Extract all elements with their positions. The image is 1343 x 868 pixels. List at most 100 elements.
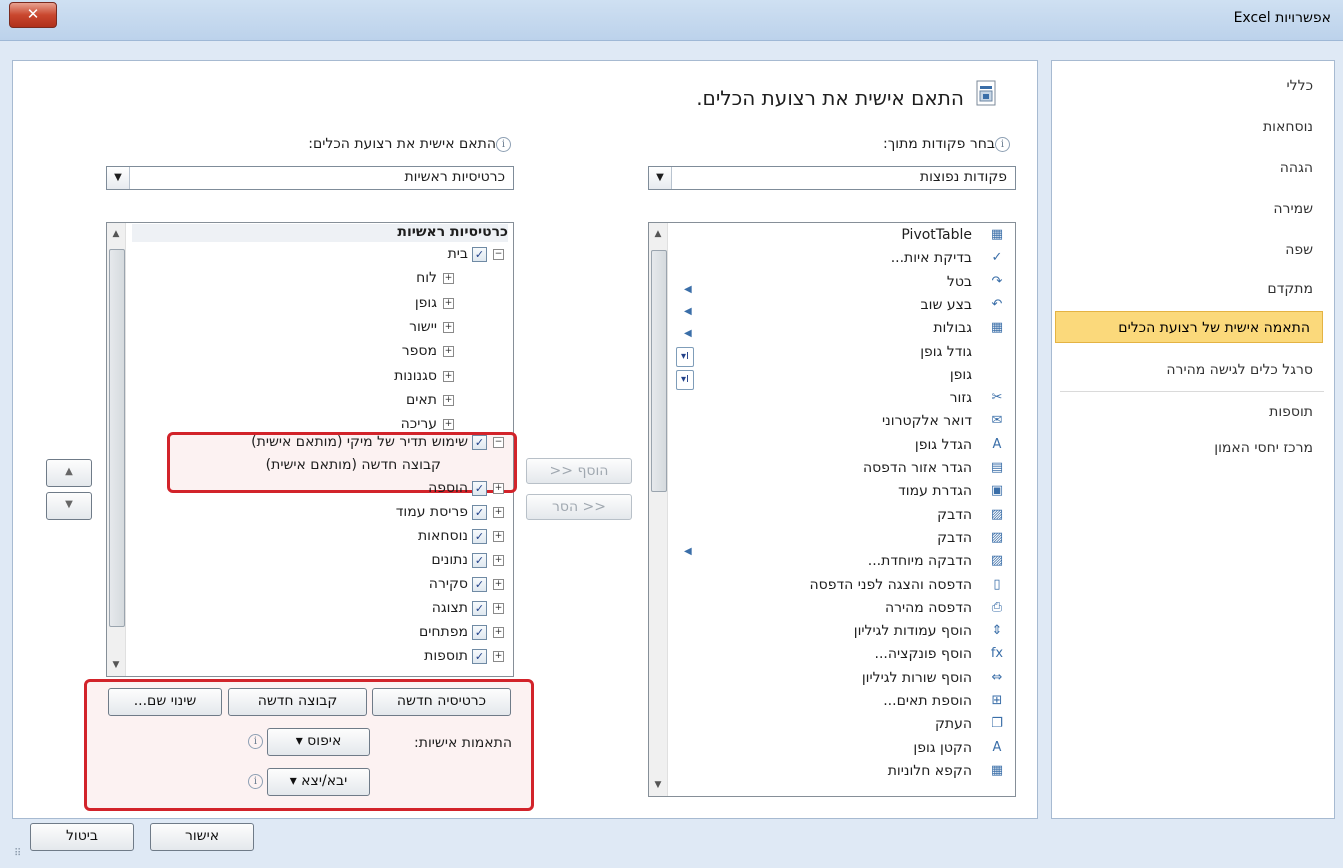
- resize-grip-icon[interactable]: ⠿: [14, 848, 21, 859]
- import-export-button[interactable]: יבא/יצא ▾: [267, 768, 370, 796]
- close-button[interactable]: ✕: [9, 2, 57, 28]
- collapse-icon[interactable]: −: [493, 248, 504, 260]
- expand-icon[interactable]: +: [493, 530, 504, 542]
- ok-button[interactable]: אישור: [150, 823, 254, 851]
- tree-group[interactable]: + סגנונות: [394, 364, 454, 388]
- command-item[interactable]: ⇕ הוסף עמודות לגיליון: [684, 619, 1006, 643]
- command-item[interactable]: ▨ הדבקה מיוחדת...: [684, 549, 1006, 573]
- tree-group[interactable]: + תאים: [406, 388, 454, 412]
- move-down-button[interactable]: ▼: [46, 492, 92, 520]
- tree-tab[interactable]: + ✓תוספות: [424, 644, 504, 668]
- target-combo[interactable]: ▼ כרטיסיות ראשיות: [106, 166, 514, 190]
- tree-group[interactable]: + יישור: [409, 315, 454, 339]
- checkbox[interactable]: ✓: [472, 504, 487, 520]
- nav-item-customize-ribbon[interactable]: התאמה אישית של רצועת הכלים: [1055, 311, 1323, 343]
- new-tab-button[interactable]: כרטיסיה חדשה: [372, 688, 511, 716]
- nav-item-formulas[interactable]: נוסחאות: [1061, 111, 1325, 143]
- tree-tab[interactable]: + ✓מפתחים: [419, 620, 504, 644]
- command-item[interactable]: fx הוסף פונקציה...: [684, 642, 1006, 666]
- command-item[interactable]: ▤ הגדר אזור הדפסה: [684, 456, 1006, 480]
- command-item[interactable]: ⇔ הוסף שורות לגיליון: [684, 666, 1006, 690]
- nav-item-language[interactable]: שפה: [1061, 234, 1325, 266]
- tree-scrollbar[interactable]: ▲ ▼: [107, 223, 126, 676]
- command-item[interactable]: ▣ הגדרת עמוד: [684, 479, 1006, 503]
- command-item[interactable]: ▨ הדבק: [684, 503, 1006, 527]
- expand-icon[interactable]: +: [443, 321, 454, 333]
- command-item[interactable]: ▨ הדבק: [684, 526, 1006, 550]
- command-item[interactable]: ▦ גבולות: [684, 316, 1006, 340]
- new-group-button[interactable]: קבוצה חדשה: [228, 688, 367, 716]
- command-item[interactable]: ▯ הדפסה והצגה לפני הדפסה: [684, 573, 1006, 597]
- tree-custom-group[interactable]: −✓שימוש תדיר של מיקי (מותאם אישית): [251, 430, 504, 454]
- expand-icon[interactable]: +: [443, 394, 454, 406]
- scroll-down-icon[interactable]: ▼: [107, 656, 125, 674]
- move-up-button[interactable]: ▲: [46, 459, 92, 487]
- checkbox[interactable]: ✓: [472, 600, 487, 616]
- expand-icon[interactable]: +: [493, 626, 504, 638]
- collapse-icon[interactable]: −: [493, 436, 504, 448]
- expand-icon[interactable]: +: [443, 272, 454, 284]
- expand-icon[interactable]: +: [493, 650, 504, 662]
- command-item[interactable]: גופן: [684, 363, 1006, 387]
- scroll-up-icon[interactable]: ▲: [649, 225, 667, 243]
- nav-item-general[interactable]: כללי: [1061, 70, 1325, 102]
- commands-scrollbar[interactable]: ▲ ▼: [649, 223, 668, 796]
- command-item[interactable]: ✉ דואר אלקטרוני: [684, 409, 1006, 433]
- add-button[interactable]: הוסף <<: [526, 458, 632, 484]
- scroll-thumb[interactable]: [651, 250, 667, 492]
- command-item[interactable]: ▦ PivotTable: [684, 223, 1006, 247]
- reset-button[interactable]: איפוס ▾: [267, 728, 370, 756]
- tree-tab[interactable]: + ✓תצוגה: [432, 596, 504, 620]
- tree-new-group[interactable]: +קבוצה חדשה (מותאם אישית): [266, 453, 458, 477]
- scroll-up-icon[interactable]: ▲: [107, 225, 125, 243]
- checkbox[interactable]: ✓: [472, 552, 487, 568]
- command-item[interactable]: ▦ הקפא חלוניות: [684, 759, 1006, 783]
- expand-icon[interactable]: +: [443, 345, 454, 357]
- nav-item-advanced[interactable]: מתקדם: [1061, 273, 1325, 305]
- checkbox[interactable]: ✓: [472, 246, 487, 262]
- expand-icon[interactable]: +: [443, 370, 454, 382]
- command-item[interactable]: A הגדל גופן: [684, 433, 1006, 457]
- command-item[interactable]: ⊞ הוספת תאים...: [684, 689, 1006, 713]
- tree-tab[interactable]: + ✓הוספה: [428, 476, 504, 500]
- tree-tab[interactable]: + ✓נתונים: [431, 548, 504, 572]
- expand-icon[interactable]: +: [493, 554, 504, 566]
- command-item[interactable]: A הקטן גופן: [684, 736, 1006, 760]
- checkbox[interactable]: ✓: [472, 434, 487, 450]
- checkbox[interactable]: ✓: [472, 480, 487, 496]
- checkbox[interactable]: ✓: [472, 576, 487, 592]
- scroll-thumb[interactable]: [109, 249, 125, 627]
- nav-item-save[interactable]: שמירה: [1061, 193, 1325, 225]
- nav-item-addins[interactable]: תוספות: [1061, 396, 1325, 428]
- command-item[interactable]: ✓ בדיקת איות...: [684, 246, 1006, 270]
- tree-tab[interactable]: + ✓סקירה: [429, 572, 504, 596]
- nav-item-quick-access[interactable]: סרגל כלים לגישה מהירה: [1061, 354, 1325, 386]
- tree-tab[interactable]: + ✓פריסת עמוד: [396, 500, 504, 524]
- rename-button[interactable]: שינוי שם...: [108, 688, 222, 716]
- expand-icon[interactable]: +: [493, 506, 504, 518]
- command-item[interactable]: ↶ בצע שוב: [684, 293, 1006, 317]
- source-combo[interactable]: ▼ פקודות נפוצות: [648, 166, 1016, 190]
- remove-button[interactable]: << הסר: [526, 494, 632, 520]
- expand-icon[interactable]: +: [443, 297, 454, 309]
- tree-group[interactable]: + גופן: [415, 291, 454, 315]
- tree-tab-home[interactable]: −✓בית: [448, 242, 504, 266]
- command-item[interactable]: ⎙ הדפסה מהירה: [684, 596, 1006, 620]
- cancel-button[interactable]: ביטול: [30, 823, 134, 851]
- tree-tab[interactable]: + ✓נוסחאות: [418, 524, 504, 548]
- tree-group[interactable]: + לוח: [416, 266, 454, 290]
- nav-item-proofing[interactable]: הגהה: [1061, 152, 1325, 184]
- expand-icon[interactable]: +: [493, 482, 504, 494]
- nav-item-trust-center[interactable]: מרכז יחסי האמון: [1061, 432, 1325, 464]
- expand-icon[interactable]: +: [493, 602, 504, 614]
- command-item[interactable]: גודל גופן: [684, 340, 1006, 364]
- command-item[interactable]: ↷ בטל: [684, 270, 1006, 294]
- checkbox[interactable]: ✓: [472, 528, 487, 544]
- command-item[interactable]: ✂ גזור: [684, 386, 1006, 410]
- expand-icon[interactable]: +: [493, 578, 504, 590]
- command-item[interactable]: ❐ העתק: [684, 712, 1006, 736]
- scroll-down-icon[interactable]: ▼: [649, 776, 667, 794]
- tree-group[interactable]: + מספר: [402, 339, 454, 363]
- expand-icon[interactable]: +: [443, 418, 454, 430]
- checkbox[interactable]: ✓: [472, 624, 487, 640]
